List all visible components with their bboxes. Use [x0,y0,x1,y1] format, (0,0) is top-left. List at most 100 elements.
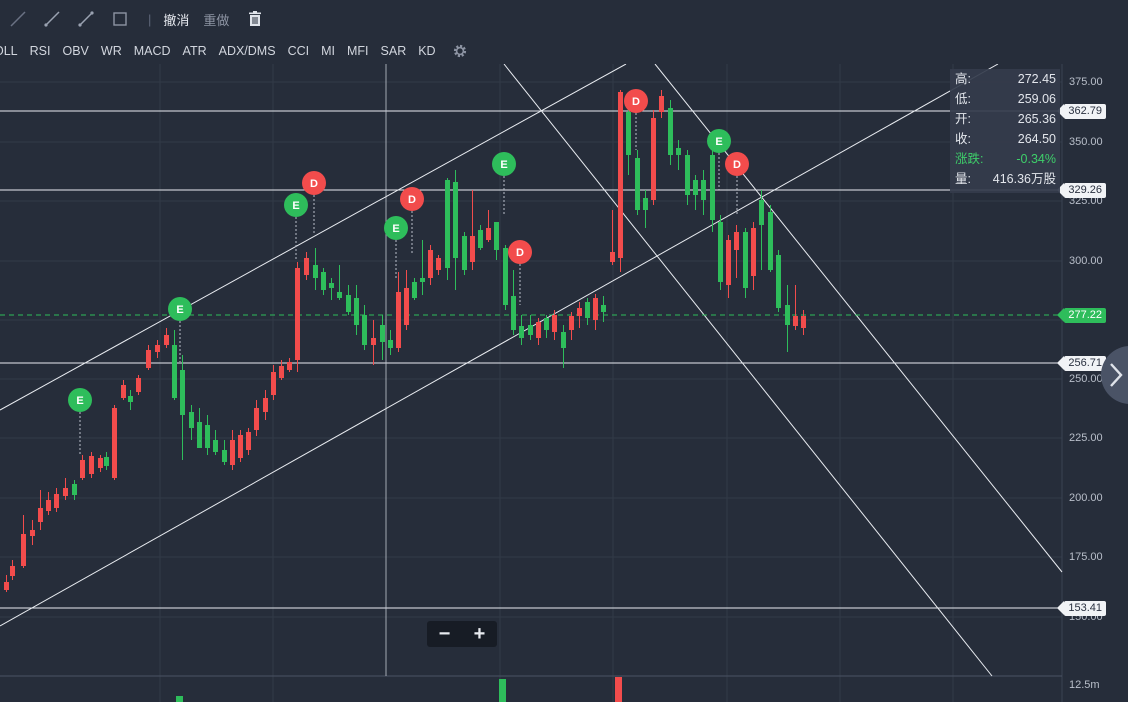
candle-body [197,422,202,448]
indicator-obv[interactable]: OBV [62,44,88,58]
line-tool-icon[interactable] [6,7,30,31]
info-change-label: 涨跌: [955,152,984,166]
info-volume-row: 量: 416.36万股 [950,169,1060,189]
gear-icon[interactable] [452,43,468,59]
undo-button[interactable]: 撤消 [163,10,189,29]
marker-label: D [408,194,416,206]
volume-bar [615,677,622,702]
candle-body [80,460,85,478]
info-low-value: 259.06 [1017,92,1056,106]
marker-label: D [733,159,741,171]
candle-body [519,326,524,338]
candle-body [569,316,574,330]
info-volume-value: 416.36万股 [992,172,1056,186]
earnings-marker[interactable]: E [284,193,308,217]
indicator-boll[interactable]: OLL [0,44,18,58]
candle-body [768,212,773,270]
candle-body [63,488,68,496]
y-axis-label-375: 375.00 [1069,76,1103,88]
earnings-marker[interactable]: E [492,152,516,176]
indicator-macd[interactable]: MACD [134,44,171,58]
indicator-atr[interactable]: ATR [183,44,207,58]
arrow-line-tool-icon[interactable] [74,7,98,31]
candle-body [412,282,417,298]
candle-body [462,236,467,270]
info-open-label: 开: [955,112,971,126]
candle-body [371,338,376,345]
candle-body [552,315,557,332]
candle-body [354,298,359,325]
dividend-marker[interactable]: D [725,152,749,176]
indicator-sar[interactable]: SAR [381,44,407,58]
candle-body [710,155,715,220]
candle-body [321,272,326,290]
volume-bar [499,679,506,702]
info-high-label: 高: [955,72,971,86]
candle-body [718,222,723,282]
rectangle-tool-icon[interactable] [108,7,132,31]
zoom-out-button[interactable]: − [430,621,460,647]
toolbar-separator: | [148,11,152,27]
dividend-marker[interactable]: D [624,89,648,113]
candle-body [128,396,133,402]
price-tag-line2[interactable]: 329.26 [1057,183,1106,198]
y-axis-label-175: 175.00 [1069,551,1103,563]
price-tag-line4[interactable]: 153.41 [1057,601,1106,616]
candle-body [776,255,781,308]
zoom-in-button[interactable]: + [465,621,495,647]
candle-body [470,236,475,262]
y-axis-label-225: 225.00 [1069,432,1103,444]
dividend-marker[interactable]: D [302,171,326,195]
candle-body [751,228,756,276]
candle-body [693,180,698,195]
candle-body [544,318,549,330]
candle-body [561,332,566,348]
candle-body [734,232,739,250]
ray-tool-icon[interactable] [40,7,64,31]
candle-body [494,222,499,250]
candle-body [428,250,433,278]
candle-body [610,252,615,262]
candle-body [801,316,806,328]
indicator-mfi[interactable]: MFI [347,44,369,58]
candle-body [445,180,450,268]
earnings-marker[interactable]: E [384,216,408,240]
candle-body [172,345,177,398]
info-high-row: 高: 272.45 [950,69,1060,89]
indicator-wr[interactable]: WR [101,44,122,58]
candle-body [246,432,251,450]
earnings-marker[interactable]: E [168,297,192,321]
y-axis-label-250: 250.00 [1069,373,1103,385]
marker-label: D [632,96,640,108]
candle-body [10,566,15,576]
candle-body [362,315,367,345]
earnings-marker[interactable]: E [707,129,731,153]
price-tag-line1[interactable]: 362.79 [1057,104,1106,119]
channel-lower-line [0,64,999,627]
candle-body [511,296,516,330]
trash-icon[interactable] [243,7,267,31]
earnings-marker[interactable]: E [68,388,92,412]
candle-body [668,108,673,155]
candle-body [651,118,656,200]
price-tag-line3[interactable]: 256.71 [1057,356,1106,371]
dividend-marker[interactable]: D [400,187,424,211]
drawing-toolbar: | 撤消 重做 [0,0,1128,38]
candle-body [98,458,103,468]
info-change-row: 涨跌: -0.34% [950,149,1060,169]
candle-body [404,288,409,325]
redo-button[interactable]: 重做 [203,10,229,29]
indicator-adx-dms[interactable]: ADX/DMS [219,44,276,58]
indicator-cci[interactable]: CCI [288,44,310,58]
candle-body [659,96,664,112]
candle-body [337,292,342,298]
candle-body [436,258,441,270]
indicator-rsi[interactable]: RSI [30,44,51,58]
indicator-mi[interactable]: MI [321,44,335,58]
candle-body [577,308,582,316]
candle-body [743,232,748,288]
candle-body [287,362,292,370]
dividend-marker[interactable]: D [508,240,532,264]
indicator-kd[interactable]: KD [418,44,435,58]
candle-body [643,198,648,210]
